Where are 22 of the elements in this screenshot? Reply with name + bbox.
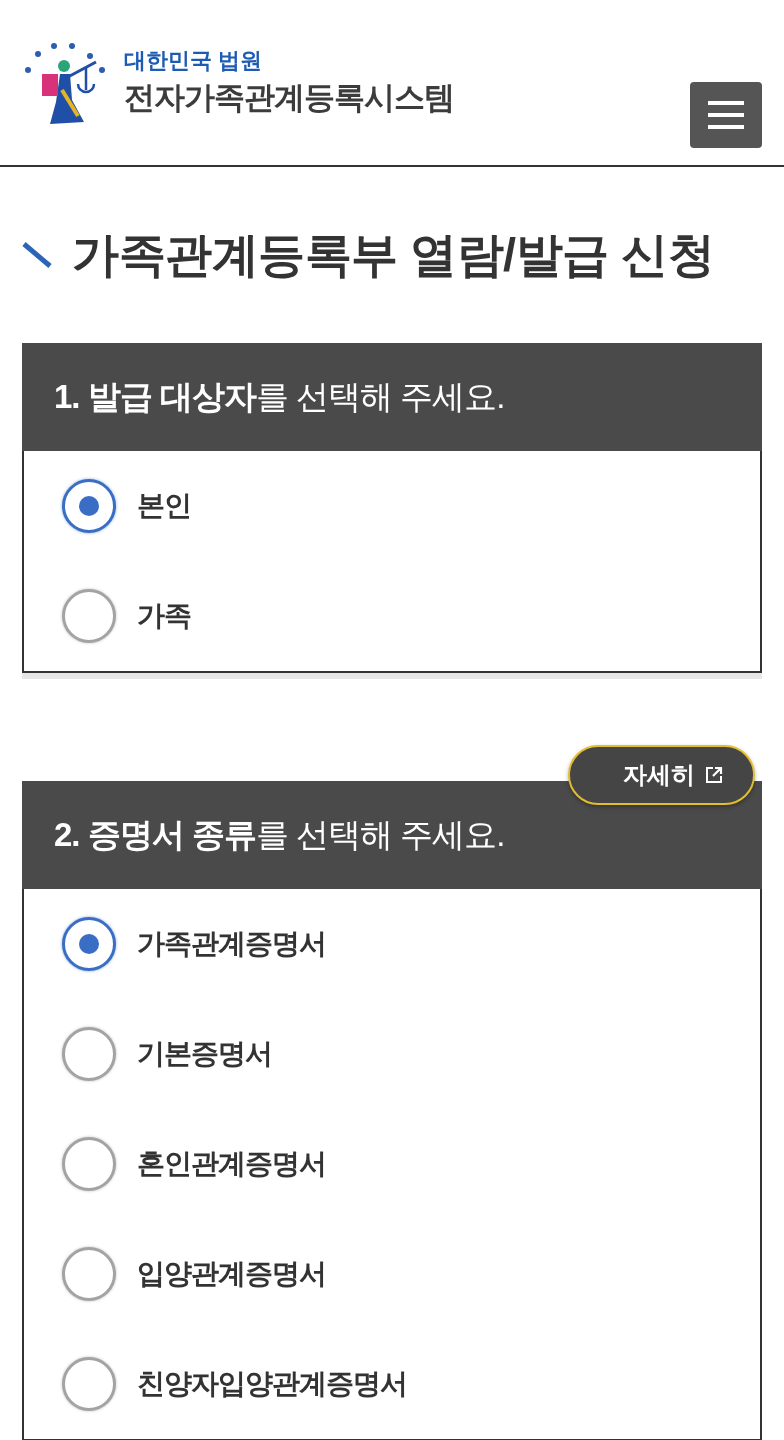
option-label: 친양자입양관계증명서	[137, 1367, 407, 1401]
radio-button[interactable]	[62, 479, 116, 533]
system-name: 전자가족관계등록시스템	[124, 79, 454, 117]
menu-button[interactable]	[690, 82, 762, 148]
option-label: 가족	[137, 599, 191, 633]
option-label: 본인	[137, 489, 191, 523]
court-name: 대한민국 법원	[124, 47, 264, 75]
radio-button[interactable]	[62, 1137, 116, 1191]
option-label: 입양관계증명서	[137, 1257, 326, 1291]
radio-button[interactable]	[62, 917, 116, 971]
radio-button[interactable]	[62, 1357, 116, 1411]
radio-button[interactable]	[62, 589, 116, 643]
option-label: 기본증명서	[137, 1037, 272, 1071]
section-header: 1. 발급 대상자를 선택해 주세요.	[22, 343, 762, 451]
radio-button[interactable]	[62, 1247, 116, 1301]
page-title: 가족관계등록부 열람/발급 신청	[72, 227, 715, 283]
menu-icon	[708, 101, 744, 129]
radio-button[interactable]	[62, 1027, 116, 1081]
option-label: 혼인관계증명서	[137, 1147, 326, 1181]
external-link-icon	[705, 766, 723, 784]
title-slash-icon	[22, 242, 52, 268]
option-label: 가족관계증명서	[137, 927, 326, 961]
